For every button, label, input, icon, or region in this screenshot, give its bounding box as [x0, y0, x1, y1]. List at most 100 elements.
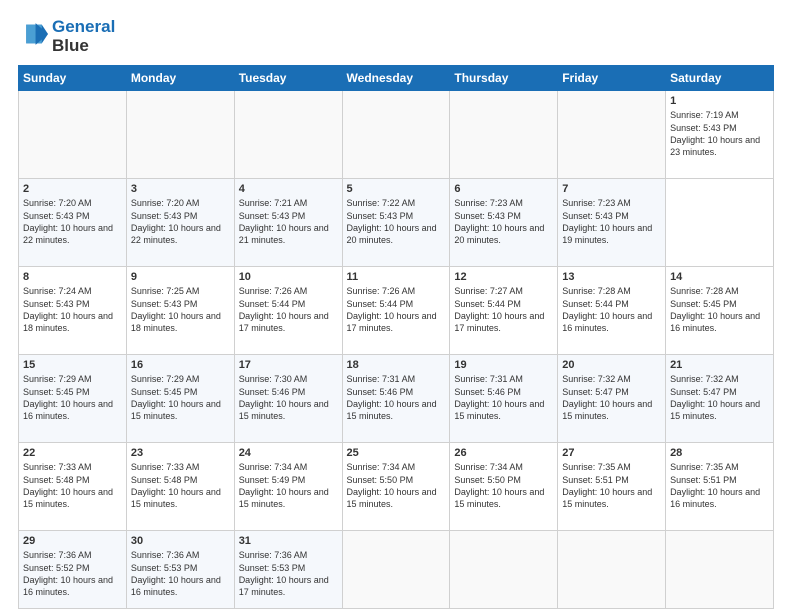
day-number: 24 [239, 447, 338, 459]
calendar-cell: 28 Sunrise: 7:35 AM Sunset: 5:51 PM Dayl… [666, 443, 774, 531]
sunrise: Sunrise: 7:22 AM [347, 197, 446, 209]
sunrise: Sunrise: 7:31 AM [454, 373, 553, 385]
header: General Blue [18, 18, 774, 55]
sunset: Sunset: 5:48 PM [131, 474, 230, 486]
calendar-cell: 12 Sunrise: 7:27 AM Sunset: 5:44 PM Dayl… [450, 267, 558, 355]
sunset: Sunset: 5:43 PM [23, 210, 122, 222]
calendar-cell [450, 91, 558, 179]
day-number: 27 [562, 447, 661, 459]
day-info: Sunrise: 7:33 AM Sunset: 5:48 PM Dayligh… [131, 461, 230, 510]
day-number: 12 [454, 271, 553, 283]
day-info: Sunrise: 7:31 AM Sunset: 5:46 PM Dayligh… [454, 373, 553, 422]
logo-text-blue: Blue [52, 37, 115, 56]
day-info: Sunrise: 7:36 AM Sunset: 5:52 PM Dayligh… [23, 549, 122, 598]
daylight: Daylight: 10 hours and 16 minutes. [23, 398, 122, 422]
daylight: Daylight: 10 hours and 17 minutes. [454, 310, 553, 334]
calendar-cell [666, 531, 774, 609]
day-number: 23 [131, 447, 230, 459]
sunrise: Sunrise: 7:28 AM [562, 285, 661, 297]
calendar-cell: 29 Sunrise: 7:36 AM Sunset: 5:52 PM Dayl… [19, 531, 127, 609]
sunset: Sunset: 5:43 PM [454, 210, 553, 222]
sunrise: Sunrise: 7:23 AM [454, 197, 553, 209]
calendar-day-header: Sunday [19, 66, 127, 91]
sunrise: Sunrise: 7:32 AM [562, 373, 661, 385]
sunrise: Sunrise: 7:35 AM [562, 461, 661, 473]
daylight: Daylight: 10 hours and 17 minutes. [239, 574, 338, 598]
day-info: Sunrise: 7:22 AM Sunset: 5:43 PM Dayligh… [347, 197, 446, 246]
sunrise: Sunrise: 7:24 AM [23, 285, 122, 297]
day-number: 16 [131, 359, 230, 371]
sunset: Sunset: 5:45 PM [131, 386, 230, 398]
day-info: Sunrise: 7:25 AM Sunset: 5:43 PM Dayligh… [131, 285, 230, 334]
daylight: Daylight: 10 hours and 15 minutes. [562, 398, 661, 422]
daylight: Daylight: 10 hours and 15 minutes. [23, 486, 122, 510]
calendar-cell: 20 Sunrise: 7:32 AM Sunset: 5:47 PM Dayl… [558, 355, 666, 443]
day-number: 15 [23, 359, 122, 371]
daylight: Daylight: 10 hours and 22 minutes. [131, 222, 230, 246]
daylight: Daylight: 10 hours and 20 minutes. [454, 222, 553, 246]
day-number: 18 [347, 359, 446, 371]
sunset: Sunset: 5:51 PM [562, 474, 661, 486]
daylight: Daylight: 10 hours and 23 minutes. [670, 134, 769, 158]
sunset: Sunset: 5:43 PM [347, 210, 446, 222]
daylight: Daylight: 10 hours and 16 minutes. [670, 310, 769, 334]
sunrise: Sunrise: 7:29 AM [131, 373, 230, 385]
calendar-cell: 14 Sunrise: 7:28 AM Sunset: 5:45 PM Dayl… [666, 267, 774, 355]
sunrise: Sunrise: 7:34 AM [239, 461, 338, 473]
sunset: Sunset: 5:50 PM [454, 474, 553, 486]
calendar-cell: 16 Sunrise: 7:29 AM Sunset: 5:45 PM Dayl… [126, 355, 234, 443]
day-number: 13 [562, 271, 661, 283]
daylight: Daylight: 10 hours and 16 minutes. [562, 310, 661, 334]
calendar-cell: 7 Sunrise: 7:23 AM Sunset: 5:43 PM Dayli… [558, 179, 666, 267]
sunset: Sunset: 5:46 PM [454, 386, 553, 398]
daylight: Daylight: 10 hours and 22 minutes. [23, 222, 122, 246]
calendar-cell: 11 Sunrise: 7:26 AM Sunset: 5:44 PM Dayl… [342, 267, 450, 355]
calendar-cell [126, 91, 234, 179]
sunrise: Sunrise: 7:32 AM [670, 373, 769, 385]
calendar-cell [558, 531, 666, 609]
day-info: Sunrise: 7:36 AM Sunset: 5:53 PM Dayligh… [239, 549, 338, 598]
sunrise: Sunrise: 7:34 AM [347, 461, 446, 473]
daylight: Daylight: 10 hours and 17 minutes. [239, 310, 338, 334]
day-info: Sunrise: 7:36 AM Sunset: 5:53 PM Dayligh… [131, 549, 230, 598]
sunrise: Sunrise: 7:28 AM [670, 285, 769, 297]
daylight: Daylight: 10 hours and 17 minutes. [347, 310, 446, 334]
page: General Blue SundayMondayTuesdayWednesda… [0, 0, 792, 612]
day-info: Sunrise: 7:29 AM Sunset: 5:45 PM Dayligh… [23, 373, 122, 422]
daylight: Daylight: 10 hours and 19 minutes. [562, 222, 661, 246]
day-info: Sunrise: 7:34 AM Sunset: 5:49 PM Dayligh… [239, 461, 338, 510]
calendar-day-header: Tuesday [234, 66, 342, 91]
daylight: Daylight: 10 hours and 15 minutes. [670, 398, 769, 422]
day-info: Sunrise: 7:35 AM Sunset: 5:51 PM Dayligh… [562, 461, 661, 510]
calendar-cell: 30 Sunrise: 7:36 AM Sunset: 5:53 PM Dayl… [126, 531, 234, 609]
day-info: Sunrise: 7:21 AM Sunset: 5:43 PM Dayligh… [239, 197, 338, 246]
logo: General Blue [18, 18, 115, 55]
sunrise: Sunrise: 7:30 AM [239, 373, 338, 385]
sunset: Sunset: 5:48 PM [23, 474, 122, 486]
sunset: Sunset: 5:53 PM [131, 562, 230, 574]
calendar-cell [558, 91, 666, 179]
calendar-cell: 1 Sunrise: 7:19 AM Sunset: 5:43 PM Dayli… [666, 91, 774, 179]
calendar-cell: 21 Sunrise: 7:32 AM Sunset: 5:47 PM Dayl… [666, 355, 774, 443]
sunrise: Sunrise: 7:36 AM [23, 549, 122, 561]
calendar-day-header: Monday [126, 66, 234, 91]
day-number: 4 [239, 183, 338, 195]
daylight: Daylight: 10 hours and 15 minutes. [454, 398, 553, 422]
day-number: 11 [347, 271, 446, 283]
day-info: Sunrise: 7:30 AM Sunset: 5:46 PM Dayligh… [239, 373, 338, 422]
day-number: 8 [23, 271, 122, 283]
sunset: Sunset: 5:53 PM [239, 562, 338, 574]
day-number: 7 [562, 183, 661, 195]
sunrise: Sunrise: 7:36 AM [239, 549, 338, 561]
day-info: Sunrise: 7:20 AM Sunset: 5:43 PM Dayligh… [131, 197, 230, 246]
calendar-cell: 24 Sunrise: 7:34 AM Sunset: 5:49 PM Dayl… [234, 443, 342, 531]
calendar-day-header: Friday [558, 66, 666, 91]
day-info: Sunrise: 7:32 AM Sunset: 5:47 PM Dayligh… [670, 373, 769, 422]
day-info: Sunrise: 7:23 AM Sunset: 5:43 PM Dayligh… [454, 197, 553, 246]
sunrise: Sunrise: 7:26 AM [239, 285, 338, 297]
day-number: 17 [239, 359, 338, 371]
day-number: 5 [347, 183, 446, 195]
day-info: Sunrise: 7:23 AM Sunset: 5:43 PM Dayligh… [562, 197, 661, 246]
calendar-cell: 23 Sunrise: 7:33 AM Sunset: 5:48 PM Dayl… [126, 443, 234, 531]
sunset: Sunset: 5:43 PM [131, 298, 230, 310]
